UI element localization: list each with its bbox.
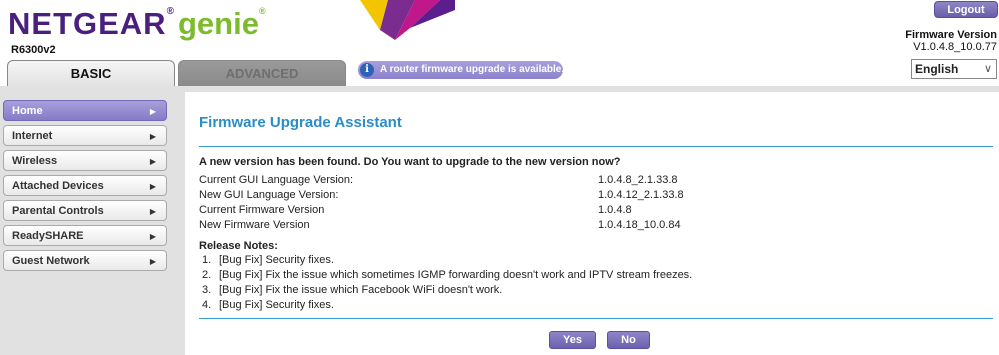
release-note-item: 4. [Bug Fix] Security fixes. — [202, 299, 334, 311]
sidebar-item-parental-controls[interactable]: Parental Controls ▶ — [3, 200, 167, 221]
firmware-upgrade-notice[interactable]: i A router firmware upgrade is available… — [358, 61, 565, 79]
new-firmware-value: 1.0.4.18_10.0.84 — [598, 219, 681, 231]
chevron-down-icon: ∨ — [983, 63, 992, 75]
current-gui-language-label: Current GUI Language Version: — [199, 174, 354, 186]
arrow-right-icon: ▶ — [149, 207, 156, 216]
arrow-right-icon: ▶ — [149, 107, 156, 116]
tab-advanced[interactable]: ADVANCED — [178, 60, 346, 86]
sidebar-nav: Home ▶ Internet ▶ Wireless ▶ Attached De… — [3, 100, 167, 275]
netgear-logo-text: NETGEAR® — [8, 6, 175, 41]
release-note-item: 2. [Bug Fix] Fix the issue which sometime… — [202, 269, 693, 281]
arrow-right-icon: ▶ — [149, 157, 156, 166]
current-firmware-value: 1.0.4.8 — [598, 204, 632, 216]
page-title: Firmware Upgrade Assistant — [199, 114, 402, 131]
tab-basic[interactable]: BASIC — [7, 60, 175, 86]
sidebar-item-home[interactable]: Home ▶ — [3, 100, 167, 121]
arrow-right-icon: ▶ — [149, 132, 156, 141]
info-icon: i — [360, 63, 374, 77]
sidebar-item-label: Internet — [12, 130, 53, 142]
banner-decoration — [360, 0, 455, 40]
sidebar-item-attached-devices[interactable]: Attached Devices ▶ — [3, 175, 167, 196]
sidebar-item-wireless[interactable]: Wireless ▶ — [3, 150, 167, 171]
sidebar-item-label: Parental Controls — [12, 205, 104, 217]
new-gui-language-value: 1.0.4.12_2.1.33.8 — [598, 189, 684, 201]
arrow-right-icon: ▶ — [149, 257, 156, 266]
arrow-right-icon: ▶ — [149, 232, 156, 241]
current-firmware-label: Current Firmware Version — [199, 204, 325, 216]
sidebar-item-readyshare[interactable]: ReadySHARE ▶ — [3, 225, 167, 246]
firmware-version-value: V1.0.4.8_10.0.77 — [913, 41, 997, 53]
router-model: R6300v2 — [11, 44, 56, 56]
no-button[interactable]: No — [607, 331, 650, 349]
firmware-version-info: Firmware Version V1.0.4.8_10.0.77 — [905, 29, 997, 53]
arrow-right-icon: ▶ — [149, 182, 156, 191]
firmware-upgrade-panel: Firmware Upgrade Assistant A new version… — [185, 92, 999, 355]
release-note-item: 3. [Bug Fix] Fix the issue which Facebook… — [202, 284, 503, 296]
new-firmware-label: New Firmware Version — [199, 219, 310, 231]
current-gui-language-value: 1.0.4.8_2.1.33.8 — [598, 174, 678, 186]
sidebar-item-label: Guest Network — [12, 255, 90, 267]
divider — [199, 318, 993, 319]
sidebar-item-label: Home — [12, 105, 43, 117]
release-notes-title: Release Notes: — [199, 240, 278, 252]
genie-logo-text: genie® — [178, 6, 266, 41]
release-note-item: 1. [Bug Fix] Security fixes. — [202, 254, 334, 266]
language-selected-value: English — [915, 62, 959, 76]
firmware-version-title: Firmware Version — [905, 29, 997, 41]
sidebar-item-label: Wireless — [12, 155, 58, 167]
yes-button[interactable]: Yes — [549, 331, 596, 349]
sidebar-item-label: ReadySHARE — [12, 230, 84, 242]
sidebar-item-internet[interactable]: Internet ▶ — [3, 125, 167, 146]
language-select[interactable]: English ∨ — [911, 59, 997, 79]
firmware-upgrade-notice-text: A router firmware upgrade is available. — [380, 64, 565, 75]
divider — [199, 146, 993, 147]
sidebar-item-guest-network[interactable]: Guest Network ▶ — [3, 250, 167, 271]
logout-button[interactable]: Logout — [934, 1, 998, 18]
upgrade-question: A new version has been found. Do You wan… — [199, 156, 621, 168]
new-gui-language-label: New GUI Language Version: — [199, 189, 339, 201]
sidebar-item-label: Attached Devices — [12, 180, 104, 192]
